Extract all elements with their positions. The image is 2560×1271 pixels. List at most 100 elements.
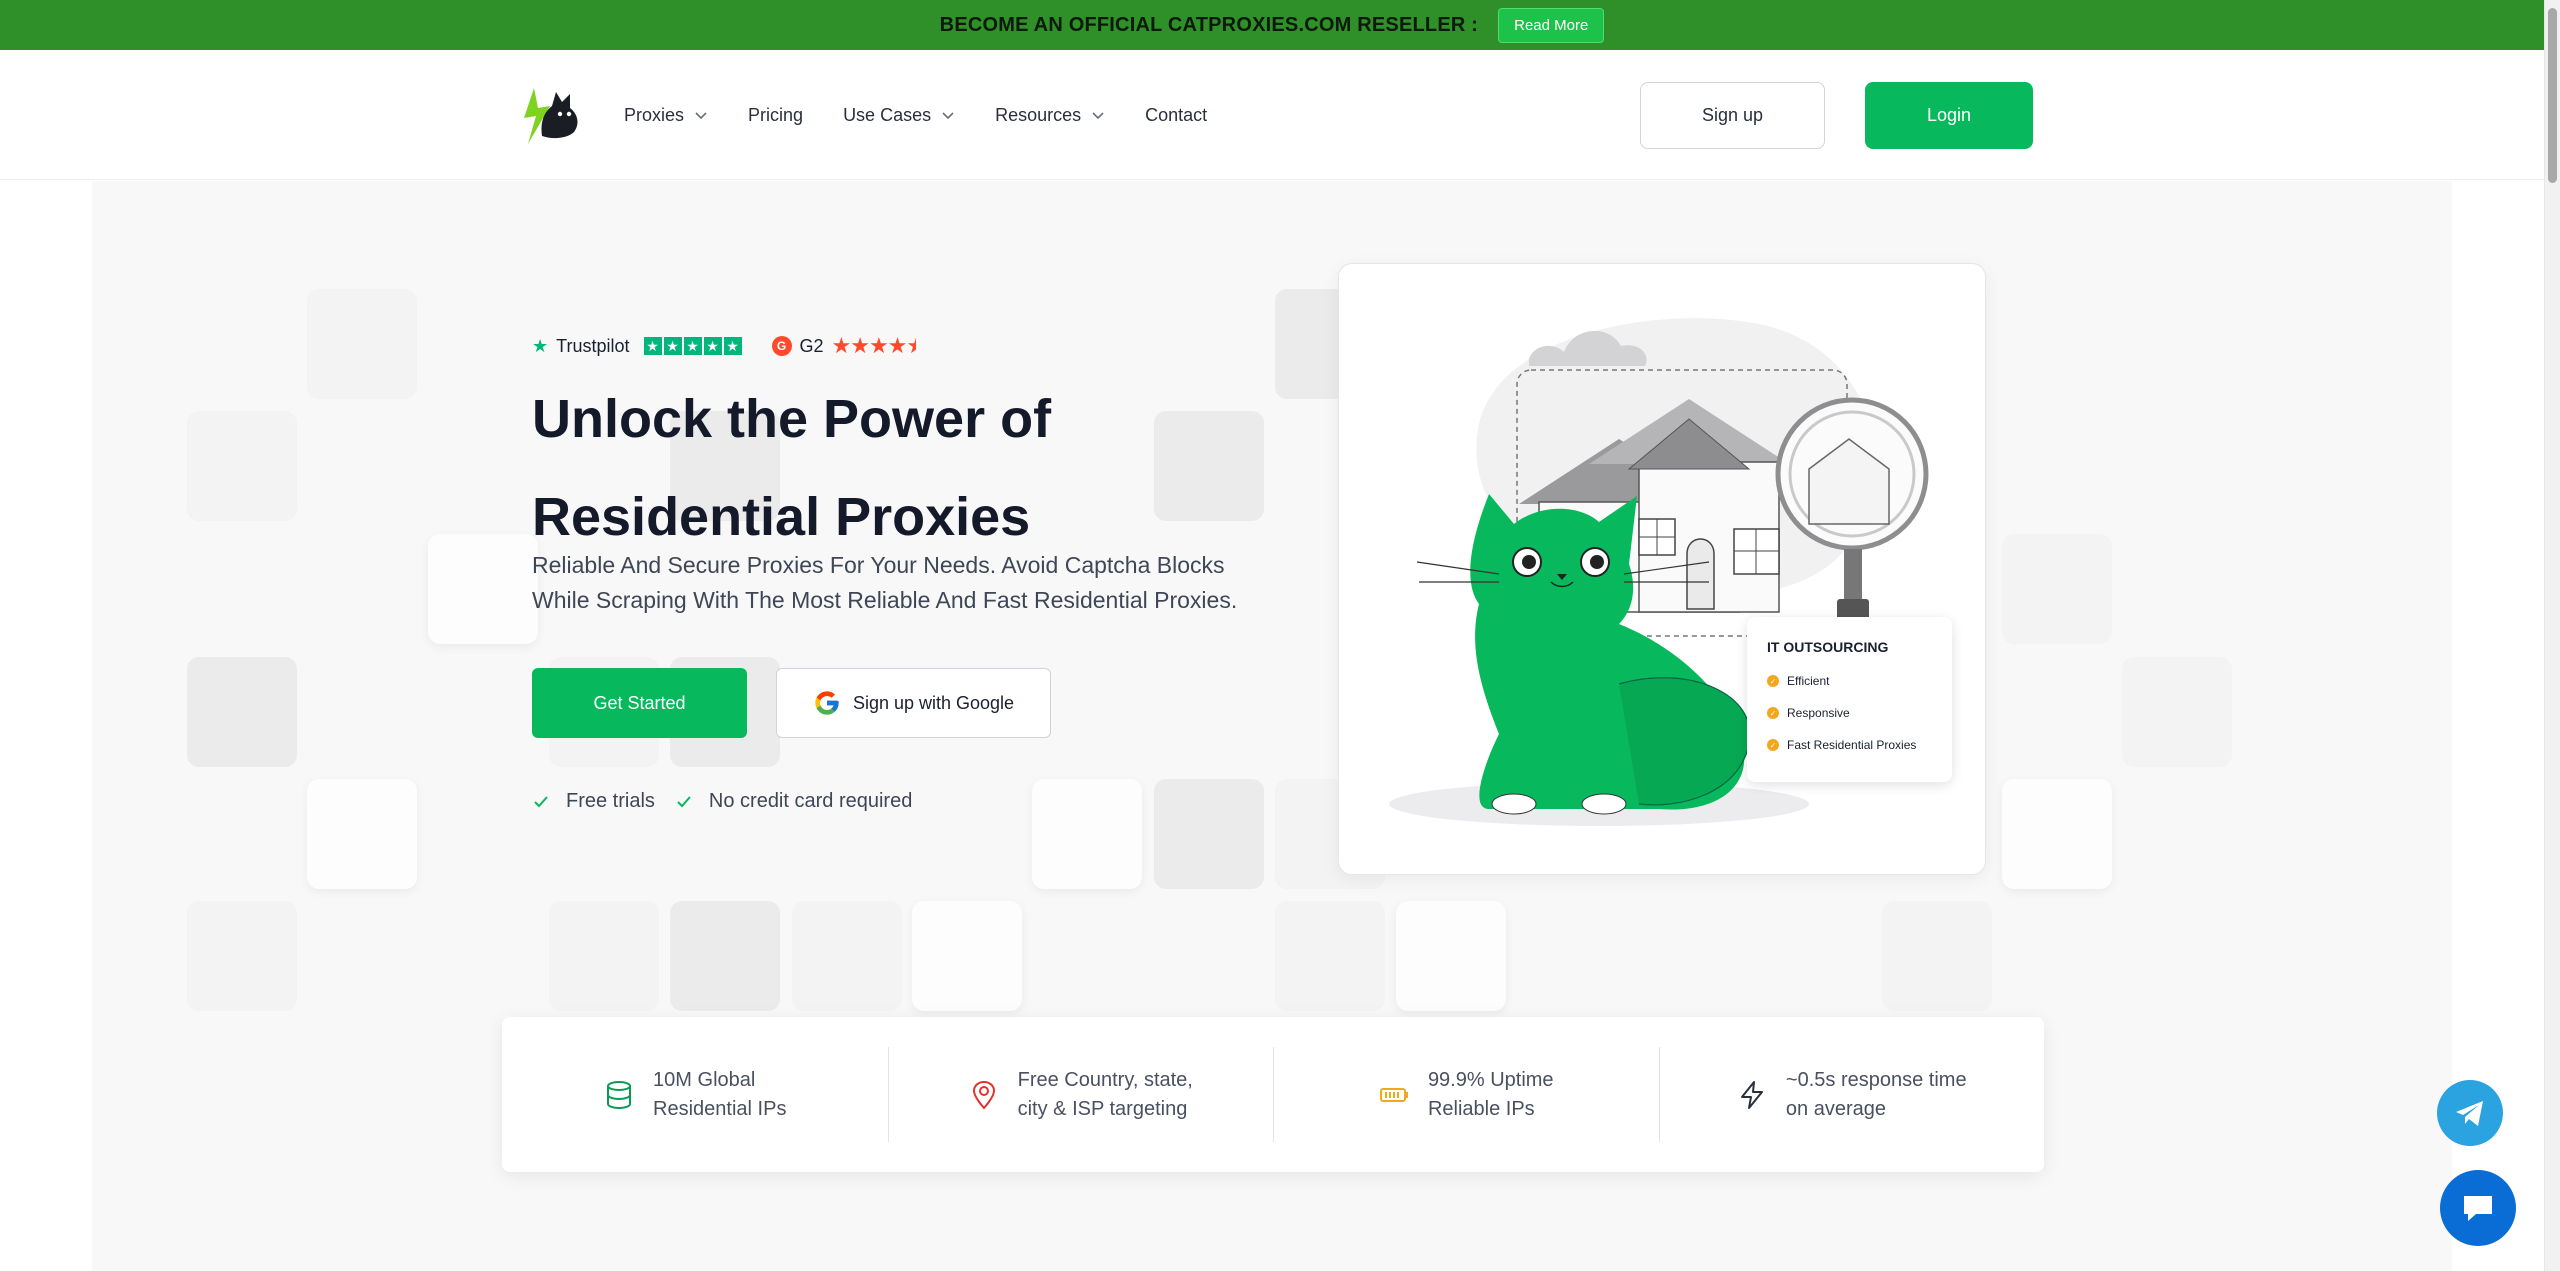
- nav-links: Proxies Pricing Use Cases Resources Cont…: [624, 50, 1247, 180]
- feature-line2: city & ISP targeting: [1017, 1097, 1188, 1120]
- bg-tile: [2122, 657, 2232, 767]
- bg-tile: [2002, 534, 2112, 644]
- read-more-button[interactable]: Read More: [1498, 7, 1605, 43]
- trustpilot-rating: ★ ★ ★ ★ ★: [643, 337, 742, 355]
- bg-tile: [2002, 779, 2112, 889]
- check-label: Free trials: [566, 790, 655, 812]
- check-no-credit-card: No credit card required: [675, 790, 912, 813]
- feature-global-ips: 10M Global Residential IPs: [502, 1017, 888, 1172]
- trustpilot-star-icon: ★: [532, 335, 549, 356]
- nav-item-label: Use Cases: [843, 104, 932, 125]
- feature-line1: Free Country, state,: [1017, 1068, 1193, 1091]
- banner-text: BECOME AN OFFICIAL CATPROXIES.COM RESELL…: [939, 13, 1479, 36]
- lightning-icon: [1740, 1080, 1763, 1109]
- nav-item-use-cases[interactable]: Use Cases: [843, 105, 955, 126]
- hero-subtitle-line2: While Scraping With The Most Reliable An…: [532, 587, 1238, 613]
- it-card-item: ✓ Efficient: [1767, 665, 1932, 697]
- bg-tile: [187, 901, 297, 1011]
- bg-tile: [1032, 779, 1142, 889]
- main-navigation: Proxies Pricing Use Cases Resources Cont…: [0, 50, 2544, 180]
- g2-label: G2: [799, 335, 824, 356]
- hero-title-line1: Unlock the Power of: [532, 389, 1052, 449]
- telegram-icon: [2456, 1101, 2483, 1126]
- cat-house-illustration: [1389, 318, 1929, 826]
- bg-tile: [187, 657, 297, 767]
- feature-line1: ~0.5s response time: [1785, 1068, 1967, 1091]
- it-card-item-label: Fast Residential Proxies: [1787, 738, 1917, 752]
- g2-logo-icon: G: [771, 336, 792, 356]
- nav-item-label: Pricing: [748, 104, 804, 125]
- bg-tile: [792, 901, 902, 1011]
- it-card-item: ✓ Fast Residential Proxies: [1767, 729, 1932, 761]
- get-started-button[interactable]: Get Started: [532, 668, 747, 738]
- check-circle-icon: ✓: [1767, 675, 1779, 687]
- bg-tile: [670, 901, 780, 1011]
- bg-tile: [1275, 901, 1385, 1011]
- reseller-banner: BECOME AN OFFICIAL CATPROXIES.COM RESELL…: [0, 0, 2544, 50]
- nav-item-proxies[interactable]: Proxies: [624, 105, 708, 126]
- bg-tile: [1154, 779, 1264, 889]
- chevron-down-icon: [942, 112, 954, 120]
- bg-tile: [307, 779, 417, 889]
- signup-button[interactable]: Sign up: [1640, 82, 1825, 149]
- database-icon: [607, 1080, 632, 1109]
- star-icon: ★: [643, 337, 662, 355]
- hero-title: Unlock the Power of Residential Proxies: [532, 370, 1292, 566]
- nav-item-label: Resources: [995, 104, 1082, 125]
- nav-item-resources[interactable]: Resources: [995, 105, 1105, 126]
- hero-subtitle-line1: Reliable And Secure Proxies For Your Nee…: [532, 552, 1225, 578]
- location-pin-icon: [972, 1080, 995, 1109]
- nav-item-pricing[interactable]: Pricing: [748, 105, 803, 126]
- nav-item-contact[interactable]: Contact: [1145, 105, 1207, 126]
- bg-tile: [187, 411, 297, 521]
- google-signup-label: Sign up with Google: [852, 692, 1015, 713]
- hero-title-line2: Residential Proxies: [532, 487, 1031, 547]
- feature-uptime: 99.9% Uptime Reliable IPs: [1273, 1017, 1659, 1172]
- login-button[interactable]: Login: [1865, 82, 2033, 149]
- it-card-title: IT OUTSOURCING: [1767, 639, 1889, 655]
- bg-tile: [1882, 901, 1992, 1011]
- nav-item-label: Contact: [1145, 104, 1208, 125]
- cat-logo-icon[interactable]: [520, 82, 584, 146]
- it-outsourcing-card: IT OUTSOURCING ✓ Efficient ✓ Responsive …: [1747, 617, 1952, 782]
- nav-item-label: Proxies: [624, 104, 685, 125]
- bg-tile: [307, 289, 417, 399]
- star-icon: ★: [683, 337, 702, 355]
- features-bar: 10M Global Residential IPs Free Country,…: [502, 1017, 2044, 1172]
- hero-illustration-card: IT OUTSOURCING ✓ Efficient ✓ Responsive …: [1338, 263, 1986, 875]
- ratings-row: ★ Trustpilot ★ ★ ★ ★ ★ G G2 ★★★★★: [532, 333, 916, 359]
- check-free-trials: Free trials: [532, 790, 655, 813]
- google-icon: [815, 691, 839, 715]
- feature-response-time: ~0.5s response time on average: [1658, 1017, 2045, 1172]
- feature-line1: 10M Global: [653, 1068, 756, 1091]
- scrollbar-thumb[interactable]: [2548, 8, 2557, 183]
- bg-tile: [1396, 901, 1506, 1011]
- feature-text: Free Country, state, city & ISP targetin…: [1018, 1066, 1193, 1124]
- google-signup-button[interactable]: Sign up with Google: [776, 668, 1051, 738]
- chevron-down-icon: [1092, 112, 1104, 120]
- live-chat-button[interactable]: [2440, 1170, 2516, 1246]
- telegram-button[interactable]: [2437, 1080, 2503, 1146]
- feature-line2: Reliable IPs: [1427, 1097, 1535, 1120]
- page-scrollbar[interactable]: [2544, 0, 2560, 1271]
- check-circle-icon: ✓: [1767, 707, 1779, 719]
- star-icon: ★: [723, 337, 742, 355]
- star-icon: ★: [663, 337, 682, 355]
- feature-targeting: Free Country, state, city & ISP targetin…: [887, 1017, 1274, 1172]
- feature-line2: on average: [1785, 1097, 1886, 1120]
- check-circle-icon: ✓: [1767, 739, 1779, 751]
- it-card-item: ✓ Responsive: [1767, 697, 1932, 729]
- check-icon: [677, 795, 691, 807]
- feature-text: 99.9% Uptime Reliable IPs: [1428, 1066, 1554, 1124]
- bg-tile: [912, 901, 1022, 1011]
- g2-rating-stars: ★★★★★: [831, 333, 917, 358]
- hero-subtitle: Reliable And Secure Proxies For Your Nee…: [532, 548, 1292, 618]
- trustpilot-label: Trustpilot: [556, 335, 630, 356]
- it-card-item-label: Efficient: [1787, 674, 1830, 688]
- feature-text: ~0.5s response time on average: [1786, 1066, 1967, 1124]
- it-card-item-label: Responsive: [1787, 706, 1850, 720]
- feature-text: 10M Global Residential IPs: [653, 1066, 786, 1124]
- chevron-down-icon: [695, 112, 707, 120]
- check-icon: [534, 795, 548, 807]
- star-icon: ★: [703, 337, 722, 355]
